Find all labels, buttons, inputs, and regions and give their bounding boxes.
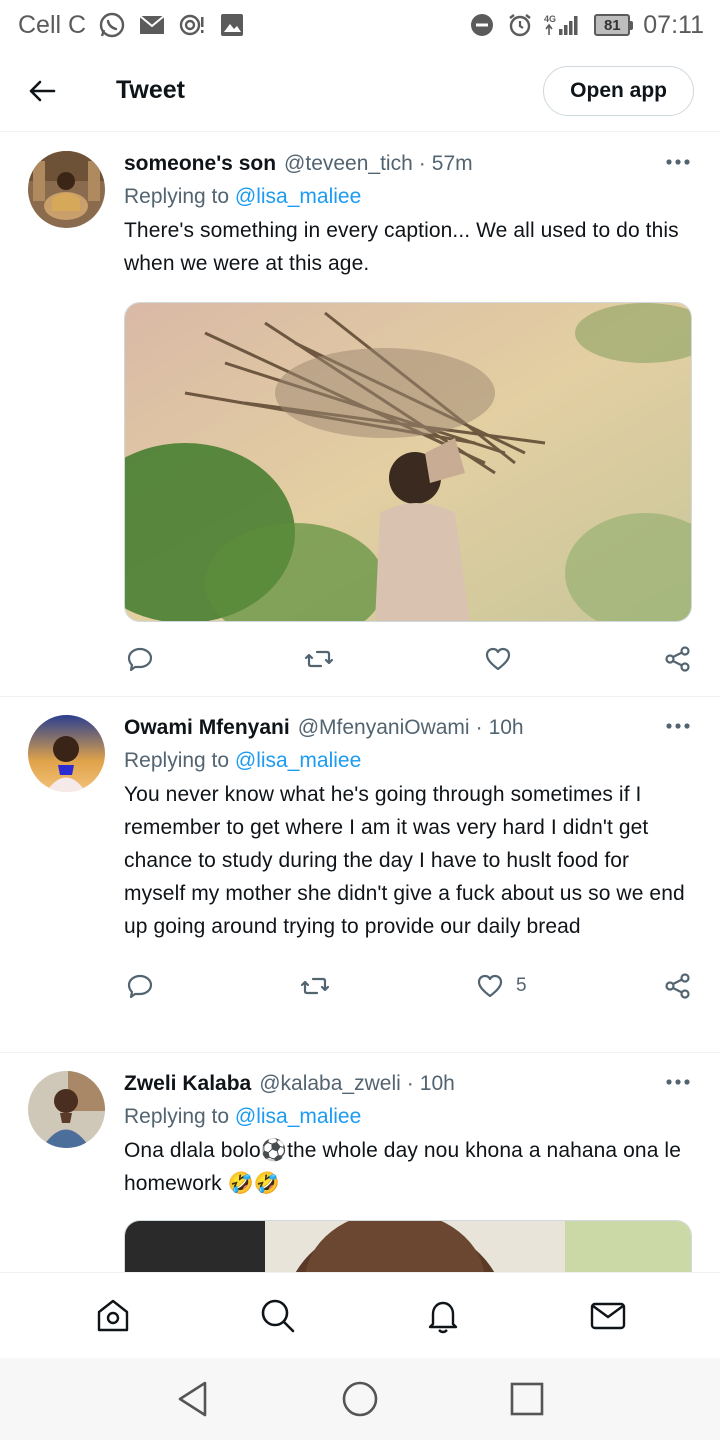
svg-text:4G: 4G — [544, 14, 556, 24]
like-button[interactable]: 5 — [476, 972, 527, 1000]
more-options-button[interactable] — [664, 1071, 692, 1093]
replying-label: Replying to — [124, 1105, 230, 1128]
reply-button[interactable] — [126, 972, 154, 1000]
retweet-button[interactable] — [304, 645, 334, 673]
system-back-button[interactable] — [168, 1374, 218, 1424]
separator-dot: · — [475, 716, 483, 739]
open-app-button[interactable]: Open app — [543, 65, 694, 116]
like-count: 5 — [516, 975, 527, 996]
search-icon — [261, 1299, 294, 1332]
system-navigation — [0, 1358, 720, 1440]
mail-icon — [138, 11, 166, 39]
replying-label: Replying to — [124, 185, 230, 208]
status-bar: Cell C 4G 81 07:11 — [0, 0, 720, 50]
tweet-image[interactable] — [124, 302, 692, 622]
tweet-time[interactable]: 57m — [432, 149, 473, 179]
more-options-button[interactable] — [664, 715, 692, 737]
nav-notifications[interactable] — [418, 1291, 468, 1341]
separator-dot: · — [406, 1072, 414, 1095]
share-icon — [665, 973, 690, 999]
nav-home[interactable] — [88, 1291, 138, 1341]
tweet-time[interactable]: 10h — [489, 713, 524, 743]
retweet-icon — [300, 977, 330, 995]
avatar[interactable] — [28, 1071, 105, 1148]
tweet-text: There's something in every caption... We… — [124, 219, 679, 275]
share-button[interactable] — [664, 972, 692, 1000]
mention-link[interactable]: @lisa_maliee — [235, 749, 361, 772]
tweet[interactable]: someone's son @teveen_tich · 57m Replyin… — [0, 133, 720, 697]
tweet-image[interactable] — [124, 1220, 692, 1272]
more-options-button[interactable] — [664, 151, 692, 173]
more-icon — [666, 723, 690, 729]
replying-to: Replying to @lisa_maliee — [124, 1101, 692, 1133]
alarm-icon — [506, 11, 534, 39]
tweet[interactable]: Owami Mfenyani @MfenyaniOwami · 10h Repl… — [0, 697, 720, 1053]
home-circle-icon — [342, 1381, 378, 1417]
mention-link[interactable]: @lisa_maliee — [235, 1105, 361, 1128]
author-handle[interactable]: @teveen_tich — [284, 149, 413, 179]
avatar[interactable] — [28, 151, 105, 228]
author-name[interactable]: someone's son — [124, 149, 276, 179]
hotspot-icon — [178, 11, 206, 39]
image-icon — [218, 11, 246, 39]
tweet[interactable]: Zweli Kalaba @kalaba_zweli · 10h Replyin… — [0, 1053, 720, 1272]
author-name[interactable]: Owami Mfenyani — [124, 713, 290, 743]
more-icon — [666, 159, 690, 165]
notifications-icon — [428, 1301, 457, 1333]
heart-icon — [485, 647, 511, 671]
clock: 07:11 — [643, 10, 704, 39]
tweet-text: Ona dlala bolo⚽the whole day nou khona a… — [124, 1139, 681, 1195]
reply-icon — [127, 974, 153, 999]
bottom-navigation — [0, 1272, 720, 1358]
arrow-left-icon — [29, 80, 56, 101]
messages-icon — [590, 1302, 625, 1329]
tweet-text: You never know what he's going through s… — [124, 783, 685, 938]
battery-level: 81 — [594, 14, 631, 36]
more-icon — [666, 1079, 690, 1085]
nav-messages[interactable] — [583, 1291, 633, 1341]
reply-icon — [127, 647, 153, 672]
back-button[interactable] — [26, 75, 58, 107]
author-handle[interactable]: @MfenyaniOwami — [298, 713, 470, 743]
separator-dot: · — [418, 152, 426, 175]
app-header: Tweet Open app — [0, 50, 720, 132]
carrier-label: Cell C — [18, 10, 87, 39]
avatar[interactable] — [28, 715, 105, 792]
share-button[interactable] — [664, 645, 692, 673]
signal-icon: 4G — [544, 11, 584, 39]
tweet-actions: 5 — [124, 949, 692, 1023]
reply-button[interactable] — [126, 645, 154, 673]
battery-icon: 81 — [594, 14, 634, 36]
system-recents-button[interactable] — [502, 1374, 552, 1424]
like-button[interactable] — [484, 645, 524, 673]
tweet-actions — [124, 622, 692, 696]
replying-to: Replying to @lisa_maliee — [124, 181, 692, 213]
reply-feed: someone's son @teveen_tich · 57m Replyin… — [0, 133, 720, 1272]
do-not-disturb-icon — [468, 11, 496, 39]
system-home-button[interactable] — [335, 1374, 385, 1424]
replying-label: Replying to — [124, 749, 230, 772]
mention-link[interactable]: @lisa_maliee — [235, 185, 361, 208]
tweet-time[interactable]: 10h — [420, 1069, 455, 1099]
retweet-button[interactable] — [300, 972, 330, 1000]
author-name[interactable]: Zweli Kalaba — [124, 1069, 251, 1099]
page-title: Tweet — [116, 76, 185, 104]
back-triangle-icon — [179, 1381, 207, 1417]
retweet-icon — [304, 650, 334, 668]
whatsapp-icon — [98, 11, 126, 39]
home-icon — [97, 1299, 128, 1331]
heart-icon — [477, 974, 503, 998]
nav-search[interactable] — [253, 1291, 303, 1341]
replying-to: Replying to @lisa_maliee — [124, 745, 692, 777]
recents-square-icon — [510, 1382, 543, 1416]
author-handle[interactable]: @kalaba_zweli — [259, 1069, 401, 1099]
share-icon — [665, 646, 690, 672]
